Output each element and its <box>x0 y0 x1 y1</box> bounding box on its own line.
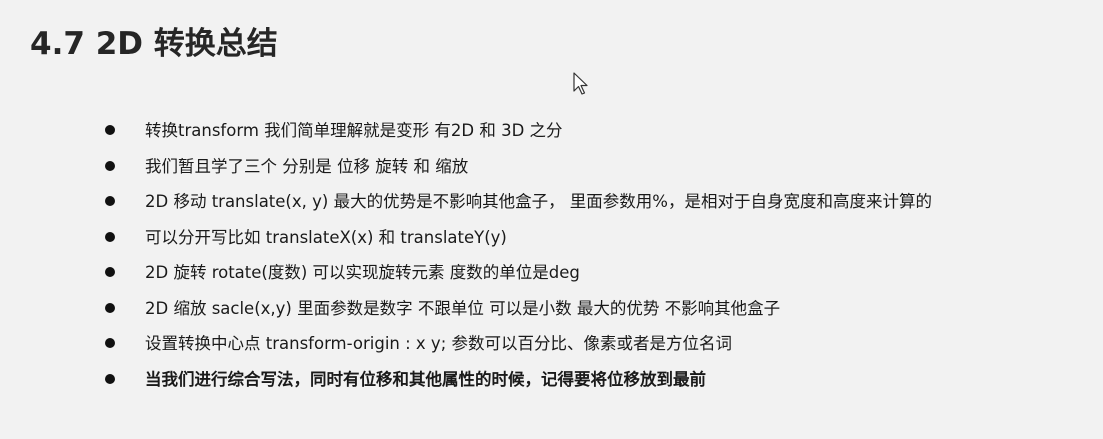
list-item-text: 2D 旋转 rotate(度数) 可以实现旋转元素 度数的单位是deg <box>145 263 580 282</box>
mouse-pointer-icon <box>573 72 588 95</box>
list-item-text: 设置转换中心点 transform-origin : x y; 参数可以百分比、… <box>145 334 732 353</box>
bullet-dot-icon <box>105 196 115 206</box>
bullet-dot-icon <box>105 160 115 171</box>
bullet-dot-icon <box>105 125 115 135</box>
list-item-text: 2D 移动 translate(x, y) 最大的优势是不影响其他盒子， 里面参… <box>145 192 932 211</box>
bullet-dot-icon <box>105 302 115 313</box>
bullet-dot-icon <box>105 373 115 384</box>
list-item-text: 转换transform 我们简单理解就是变形 有2D 和 3D 之分 <box>145 121 563 140</box>
slide: 4.7 2D 转换总结 转换transform 我们简单理解就是变形 有2D 和… <box>0 0 1103 439</box>
list-item-text: 2D 缩放 sacle(x,y) 里面参数是数字 不跟单位 可以是小数 最大的优… <box>145 298 781 318</box>
bullet-dot-icon <box>105 267 115 277</box>
list-item-text: 可以分开写比如 translateX(x) 和 translateY(y) <box>145 227 507 247</box>
bullet-dot-icon <box>105 338 115 348</box>
list-item-text: 我们暂且学了三个 分别是 位移 旋转 和 缩放 <box>145 156 469 176</box>
bullet-dot-icon <box>105 231 115 242</box>
page-title: 4.7 2D 转换总结 <box>30 26 278 62</box>
list-item-text: 当我们进行综合写法，同时有位移和其他属性的时候，记得要将位移放到最前 <box>145 369 706 389</box>
